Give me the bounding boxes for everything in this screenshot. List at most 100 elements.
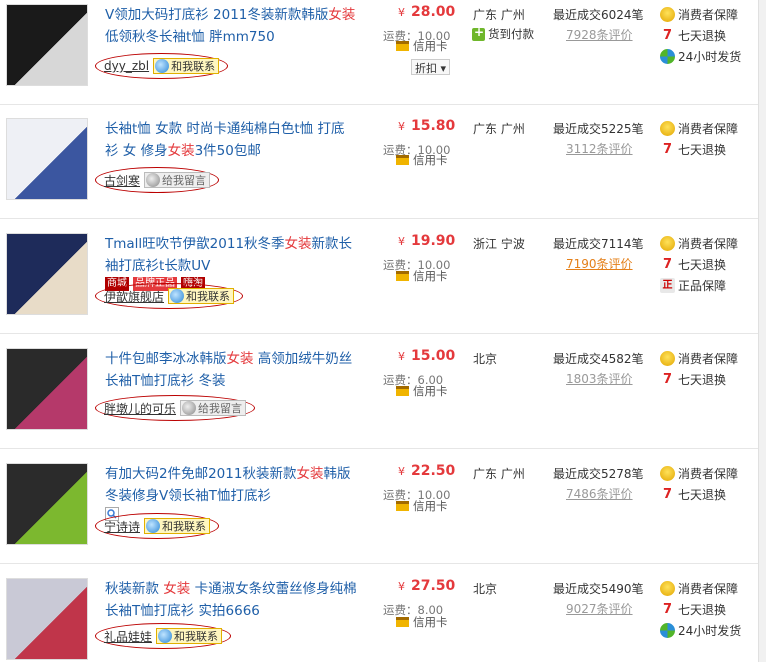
leave-message-button[interactable]: 给我留言 (144, 172, 211, 188)
currency-symbol: ¥ (398, 350, 405, 363)
reviews-link[interactable]: 1803条评价 (566, 370, 633, 387)
scrollbar[interactable] (758, 0, 766, 662)
reviews-link[interactable]: 7928条评价 (566, 26, 633, 43)
contact-me-button[interactable]: 和我联系 (168, 288, 235, 304)
service-item[interactable]: 7 七天退换 (660, 601, 726, 618)
seller-name-link[interactable]: 礼品娃娃 (104, 628, 152, 645)
product-title-link[interactable]: 十件包邮李冰冰韩版女装 高领加绒牛奶丝 长袖T恤打底衫 冬装 (105, 348, 357, 392)
seller-name-link[interactable]: 古剑寒 (104, 172, 140, 189)
recent-sales: 最近成交5225笔 (553, 122, 644, 136)
service-label: 消费者保障 (678, 237, 739, 251)
product-image (7, 579, 87, 659)
seven-day-return-icon: 7 (660, 142, 675, 157)
credit-card-icon (396, 155, 409, 165)
reviews-link[interactable]: 7190条评价 (566, 255, 633, 272)
seller-box: 宁诗诗 和我联系 (95, 513, 220, 539)
price-value: 19.90 (411, 233, 456, 249)
seven-day-return-icon: 7 (660, 487, 675, 502)
guarantee-icon (660, 466, 675, 481)
product-image (7, 234, 87, 314)
currency-symbol: ¥ (398, 120, 405, 133)
chat-label: 和我联系 (186, 290, 231, 303)
title-text: 3件50包邮 (194, 143, 261, 159)
location: 北京 (473, 582, 498, 596)
credit-card-badge: 信用卡 (396, 38, 448, 54)
seller-box: 伊歆旗舰店 和我联系 (95, 283, 244, 309)
product-title-link[interactable]: 有加大码2件免邮2011秋装新款女装韩版冬装修身V领长袖T恤打底衫 (105, 463, 357, 507)
service-label: 七天退换 (678, 29, 727, 43)
recent-sales: 最近成交5490笔 (553, 582, 644, 596)
leave-message-button[interactable]: 给我留言 (180, 400, 247, 416)
service-label: 消费者保障 (678, 467, 739, 481)
product-title-link[interactable]: 秋装新款 女装 卡通淑女条纹蕾丝修身纯棉长袖T恤打底衫 实拍6666 (105, 578, 357, 622)
title-keyword: 女装 (226, 351, 254, 367)
credit-card-icon (396, 501, 409, 511)
product-image (7, 5, 87, 85)
location: 北京 (473, 352, 498, 366)
credit-card-badge: 信用卡 (396, 268, 448, 284)
recent-sales: 最近成交6024笔 (553, 8, 644, 22)
product-title-link[interactable]: V领加大码打底衫 2011冬装新款韩版女装低领秋冬长袖t恤 胖mm750 (105, 4, 357, 48)
seller-name-link[interactable]: dyy_zbl (104, 59, 149, 73)
title-text: Tmall旺吹节伊歆2011秋冬季 (105, 236, 285, 252)
credit-card-label: 信用卡 (413, 153, 448, 167)
title-text: 秋装新款 (105, 581, 164, 597)
product-image (7, 464, 87, 544)
credit-card-badge: 信用卡 (396, 614, 448, 630)
reviews-link[interactable]: 7486条评价 (566, 485, 633, 502)
service-item[interactable]: 消费者保障 (660, 120, 738, 137)
seller-box: 古剑寒 给我留言 (95, 167, 220, 193)
guarantee-icon (660, 236, 675, 251)
service-item[interactable]: 消费者保障 (660, 350, 738, 367)
service-item[interactable]: 消费者保障 (660, 235, 738, 252)
service-item[interactable]: 24小时发货 (660, 622, 741, 639)
service-item[interactable]: 正正品保障 (660, 277, 726, 294)
product-thumbnail[interactable] (6, 348, 88, 430)
title-text: 十件包邮李冰冰韩版 (105, 351, 227, 367)
seller-name-link[interactable]: 伊歆旗舰店 (104, 288, 164, 305)
product-thumbnail[interactable] (6, 463, 88, 545)
location: 广东 广州 (473, 467, 525, 481)
cash-on-delivery-icon (472, 25, 485, 41)
product-thumbnail[interactable] (6, 4, 88, 86)
service-label: 消费者保障 (678, 8, 739, 22)
discount-dropdown[interactable]: 折扣 ▾ (411, 59, 451, 75)
chat-bubble-icon (155, 59, 170, 73)
product-title-link[interactable]: Tmall旺吹节伊歆2011秋冬季女装新款长袖打底衫t长款UV (105, 233, 357, 277)
contact-me-button[interactable]: 和我联系 (153, 58, 220, 74)
product-row: Tmall旺吹节伊歆2011秋冬季女装新款长袖打底衫t长款UV 商城 品牌正品 嗨淘伊… (0, 219, 758, 334)
product-row: 长袖t恤 女款 时尚卡通纯棉白色t恤 打底衫 女 修身女装3件50包邮古剑寒 给我… (0, 104, 758, 219)
product-image (7, 349, 87, 429)
contact-me-button[interactable]: 和我联系 (144, 518, 211, 534)
service-item[interactable]: 消费者保障 (660, 580, 738, 597)
service-item[interactable]: 7 七天退换 (660, 256, 726, 273)
product-row: 有加大码2件免邮2011秋装新款女装韩版冬装修身V领长袖T恤打底衫宁诗诗 和我联系… (0, 449, 758, 564)
price-value: 15.80 (411, 118, 456, 134)
price: ¥15.80 (398, 118, 455, 134)
seller-name-link[interactable]: 宁诗诗 (104, 518, 140, 535)
seller-name-link[interactable]: 胖墩儿的可乐 (104, 400, 176, 417)
title-keyword: 女装 (163, 581, 191, 597)
chat-label: 和我联系 (174, 630, 219, 643)
service-item[interactable]: 7 七天退换 (660, 27, 726, 44)
product-thumbnail[interactable] (6, 118, 88, 200)
reviews-link[interactable]: 9027条评价 (566, 600, 633, 617)
title-text: 有加大码2件免邮2011秋装新款 (105, 466, 297, 482)
service-label: 七天退换 (678, 373, 727, 387)
seven-day-return-icon: 7 (660, 28, 675, 43)
credit-card-icon (396, 41, 409, 51)
product-title-link[interactable]: 长袖t恤 女款 时尚卡通纯棉白色t恤 打底衫 女 修身女装3件50包邮 (105, 118, 357, 162)
service-item[interactable]: 7 七天退换 (660, 371, 726, 388)
contact-me-button[interactable]: 和我联系 (156, 628, 223, 644)
service-item[interactable]: 24小时发货 (660, 48, 741, 65)
product-thumbnail[interactable] (6, 233, 88, 315)
service-item[interactable]: 7 七天退换 (660, 141, 726, 158)
reviews-link[interactable]: 3112条评价 (566, 140, 633, 157)
service-item[interactable]: 消费者保障 (660, 465, 738, 482)
product-image (7, 119, 87, 199)
product-thumbnail[interactable] (6, 578, 88, 660)
service-item[interactable]: 消费者保障 (660, 6, 738, 23)
service-item[interactable]: 7 七天退换 (660, 486, 726, 503)
service-label: 消费者保障 (678, 122, 739, 136)
location: 浙江 宁波 (473, 237, 525, 251)
